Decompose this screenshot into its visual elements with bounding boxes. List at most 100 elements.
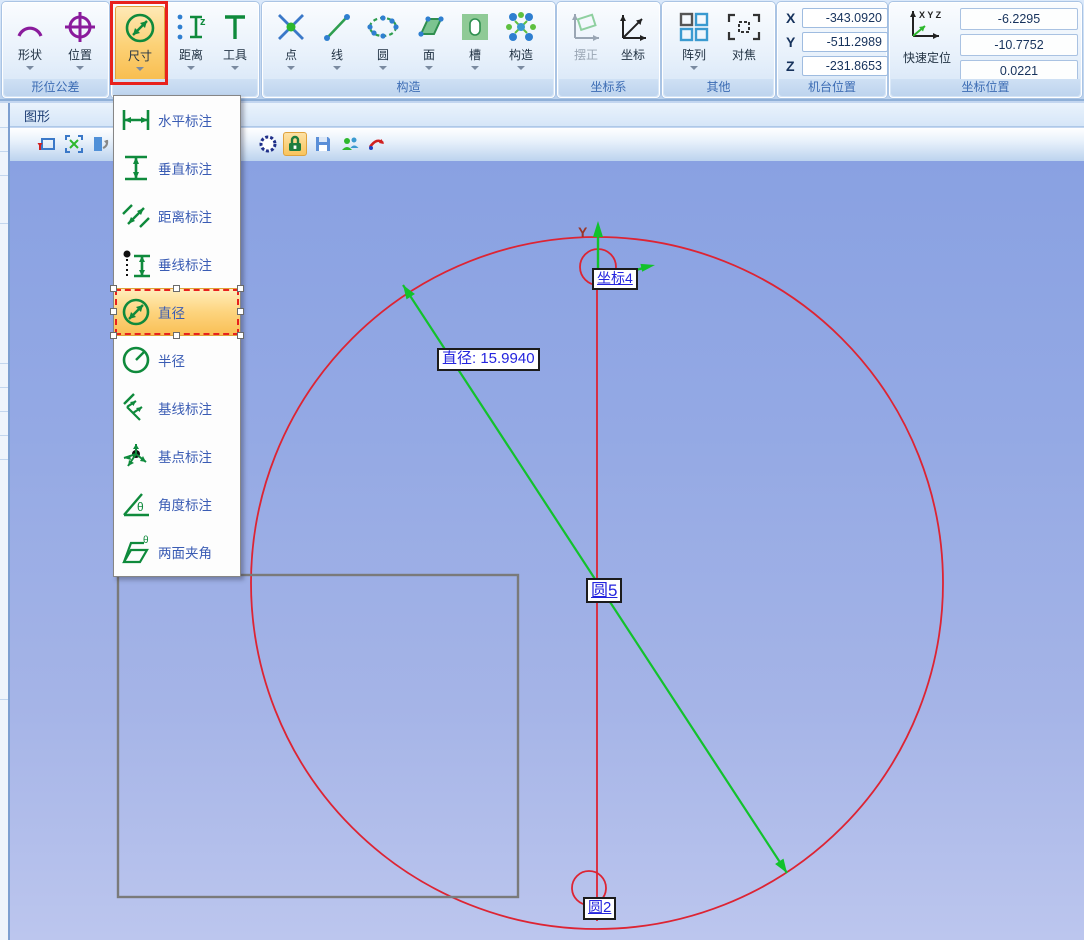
line-button[interactable]: 线: [314, 6, 360, 82]
group-label: 形位公差: [4, 79, 107, 96]
button-label: 快速定位: [896, 49, 958, 66]
selection-handle: [110, 308, 117, 315]
menu-item-vertical-dimension[interactable]: 垂直标注: [114, 144, 240, 192]
array-grid-icon: [677, 6, 711, 48]
point-button[interactable]: 点: [268, 6, 314, 82]
coordinate4-label[interactable]: 坐标4: [592, 268, 638, 290]
tools-button[interactable]: 工具: [212, 6, 258, 82]
array-button[interactable]: 阵列: [671, 6, 717, 82]
construct-button[interactable]: 构造: [498, 6, 544, 82]
dihedral-angle-icon: θ: [114, 535, 158, 569]
group-label: 构造: [264, 79, 553, 96]
group-label: 坐标系: [559, 79, 658, 96]
coord-value-1[interactable]: -6.2295: [960, 8, 1078, 30]
plane-button[interactable]: 面: [406, 6, 452, 82]
button-label: 距离: [179, 48, 203, 62]
chevron-down-icon: [136, 67, 144, 71]
machine-z-value[interactable]: -231.8653: [802, 56, 888, 76]
circle2-label[interactable]: 圆2: [583, 897, 616, 920]
chevron-down-icon: [187, 66, 195, 70]
machine-y-value[interactable]: -511.2989: [802, 32, 888, 52]
group-label: 其他: [664, 79, 773, 96]
dashed-circle-icon[interactable]: [256, 132, 280, 156]
align-button: 摆正: [563, 6, 609, 82]
axis-z-label: Z: [786, 58, 802, 74]
slot-button[interactable]: 槽: [452, 6, 498, 82]
point-icon: [274, 6, 308, 48]
svg-text:X Y Z: X Y Z: [919, 10, 942, 20]
flip-page-icon[interactable]: [89, 132, 113, 156]
shape-tolerance-button[interactable]: 形状: [7, 6, 53, 82]
menu-item-horizontal-dimension[interactable]: 水平标注: [114, 96, 240, 144]
fit-view-icon[interactable]: [62, 132, 86, 156]
redo-arrow-icon[interactable]: [365, 132, 389, 156]
circle5-label[interactable]: 圆5: [586, 578, 622, 603]
machine-y-row: Y -511.2989: [786, 32, 888, 52]
quick-locate-button[interactable]: X Y Z 快速定位: [896, 6, 958, 66]
menu-item-angle-dimension[interactable]: θ 角度标注: [114, 480, 240, 528]
button-label: 槽: [469, 48, 481, 62]
distance-dimension-icon: [114, 200, 158, 232]
button-label: 面: [423, 48, 435, 62]
button-label: 位置: [68, 48, 92, 62]
menu-item-baseline-dimension[interactable]: 基线标注: [114, 384, 240, 432]
selection-handle: [110, 285, 117, 292]
coord-value-2[interactable]: -10.7752: [960, 34, 1078, 56]
menu-item-dihedral-angle[interactable]: θ 两面夹角: [114, 528, 240, 576]
group-construct: 点 线 圆 面 槽: [262, 2, 555, 98]
button-label: 尺寸: [128, 49, 152, 63]
ribbon: 形状 位置 形位公差 尺寸 z 距离: [0, 0, 1084, 101]
chevron-down-icon: [517, 66, 525, 70]
selection-handle: [237, 308, 244, 315]
svg-text:θ: θ: [143, 535, 149, 546]
arrowhead-icon: [593, 221, 603, 237]
circle-icon: [365, 6, 401, 48]
button-label: 对焦: [732, 48, 756, 62]
button-label: 圆: [377, 48, 389, 62]
chevron-down-icon: [690, 66, 698, 70]
y-axis-label: Y: [578, 224, 588, 240]
svg-text:θ: θ: [137, 500, 144, 514]
menu-item-perpendicular-dimension[interactable]: 垂线标注: [114, 240, 240, 288]
distance-button[interactable]: z 距离: [168, 6, 214, 82]
perpendicular-dimension-icon: [114, 248, 158, 280]
menu-item-radius[interactable]: 半径: [114, 336, 240, 384]
menu-item-label: 半径: [158, 350, 185, 370]
menu-item-label: 基线标注: [158, 398, 212, 418]
focus-brackets-icon: [725, 6, 763, 48]
position-tolerance-button[interactable]: 位置: [57, 6, 103, 82]
selection-rectangle[interactable]: [118, 575, 518, 897]
menu-item-basepoint-dimension[interactable]: 基点标注: [114, 432, 240, 480]
arc-shape-icon: [13, 6, 47, 48]
group-dimension: 尺寸 z 距离 工具: [111, 2, 259, 98]
axis-x-label: X: [786, 10, 802, 26]
diameter-icon: [114, 295, 158, 329]
machine-x-value[interactable]: -343.0920: [802, 8, 888, 28]
button-label: 坐标: [621, 48, 645, 62]
save-icon[interactable]: [311, 132, 335, 156]
lock-icon[interactable]: [283, 132, 307, 156]
plane-icon: [411, 6, 447, 48]
tab-graphics[interactable]: 图形: [16, 105, 58, 126]
menu-item-distance-dimension[interactable]: 距离标注: [114, 192, 240, 240]
chevron-down-icon: [231, 66, 239, 70]
menu-item-diameter[interactable]: 直径: [114, 288, 240, 336]
left-panel-edge[interactable]: [0, 103, 10, 940]
users-icon[interactable]: [338, 132, 362, 156]
dimension-button[interactable]: 尺寸: [115, 6, 165, 82]
reset-view-icon[interactable]: [35, 132, 59, 156]
group-machine-position: X -343.0920 Y -511.2989 Z -231.8653 机台位置: [777, 2, 887, 98]
group-coordinate-position: X Y Z 快速定位 -6.2295 -10.7752 0.0221 坐标位置: [889, 2, 1082, 98]
chevron-down-icon: [471, 66, 479, 70]
circle-button[interactable]: 圆: [360, 6, 406, 82]
text-tool-icon: [217, 6, 253, 48]
slot-icon: [458, 6, 492, 48]
button-label: 形状: [18, 48, 42, 62]
arrowhead-icon: [640, 264, 655, 272]
button-label: 摆正: [574, 48, 598, 62]
menu-item-label: 角度标注: [158, 494, 212, 514]
diameter-measurement-label[interactable]: 直径: 15.9940: [437, 348, 540, 371]
group-label: 坐标位置: [891, 79, 1080, 96]
focus-button[interactable]: 对焦: [721, 6, 767, 82]
coordinate-button[interactable]: 坐标: [610, 6, 656, 82]
